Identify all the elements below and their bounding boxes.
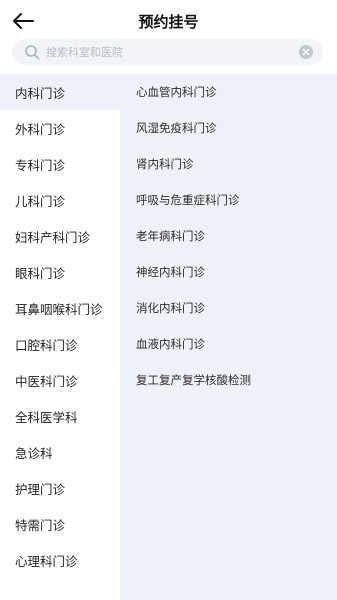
category-item[interactable]: 妇科产科门诊 bbox=[0, 218, 120, 254]
sub-department-item[interactable]: 呼吸与危重症科门诊 bbox=[136, 182, 337, 218]
category-item[interactable]: 心理科门诊 bbox=[0, 542, 120, 578]
category-item[interactable]: 口腔科门诊 bbox=[0, 326, 120, 362]
sub-department-item[interactable]: 肾内科门诊 bbox=[136, 146, 337, 182]
department-category-list: 内科门诊 外科门诊 专科门诊 儿科门诊 妇科产科门诊 眼科门诊 耳鼻咽喉科门诊 口腔科门诊 中医… bbox=[0, 74, 120, 578]
sub-department-item[interactable]: 神经内科门诊 bbox=[136, 254, 337, 290]
sub-department-item[interactable]: 心血管内科门诊 bbox=[136, 74, 337, 110]
category-item[interactable]: 外科门诊 bbox=[0, 110, 120, 146]
search-bar[interactable] bbox=[12, 39, 323, 65]
category-item[interactable]: 急诊科 bbox=[0, 434, 120, 470]
category-item[interactable]: 全科医学科 bbox=[0, 398, 120, 434]
sub-department-item[interactable]: 老年病科门诊 bbox=[136, 218, 337, 254]
category-item[interactable]: 特需门诊 bbox=[0, 506, 120, 542]
page-title: 预约挂号 bbox=[138, 13, 199, 31]
search-icon bbox=[24, 44, 40, 60]
search-input[interactable] bbox=[46, 40, 299, 64]
category-item[interactable]: 专科门诊 bbox=[0, 146, 120, 182]
category-item[interactable]: 中医科门诊 bbox=[0, 362, 120, 398]
sub-department-item[interactable]: 血液内科门诊 bbox=[136, 326, 337, 362]
sub-department-item[interactable]: 风湿免疫科门诊 bbox=[136, 110, 337, 146]
category-item[interactable]: 眼科门诊 bbox=[0, 254, 120, 290]
sub-department-list: 心血管内科门诊 风湿免疫科门诊 肾内科门诊 呼吸与危重症科门诊 老年病科门诊 神经内科门诊… bbox=[120, 74, 337, 600]
clear-button[interactable] bbox=[299, 45, 313, 59]
department-content: 内科门诊 外科门诊 专科门诊 儿科门诊 妇科产科门诊 眼科门诊 耳鼻咽喉科门诊 口腔科门诊 中医… bbox=[0, 74, 337, 600]
sub-department-item[interactable]: 消化内科门诊 bbox=[136, 290, 337, 326]
category-item[interactable]: 耳鼻咽喉科门诊 bbox=[0, 290, 120, 326]
category-item[interactable]: 儿科门诊 bbox=[0, 182, 120, 218]
clear-icon bbox=[299, 45, 313, 59]
header: 预约挂号 bbox=[0, 0, 337, 40]
category-item[interactable]: 护理门诊 bbox=[0, 470, 120, 506]
category-item[interactable]: 内科门诊 bbox=[0, 74, 120, 110]
sub-department-item[interactable]: 复工复产复学核酸检测 bbox=[136, 362, 337, 398]
